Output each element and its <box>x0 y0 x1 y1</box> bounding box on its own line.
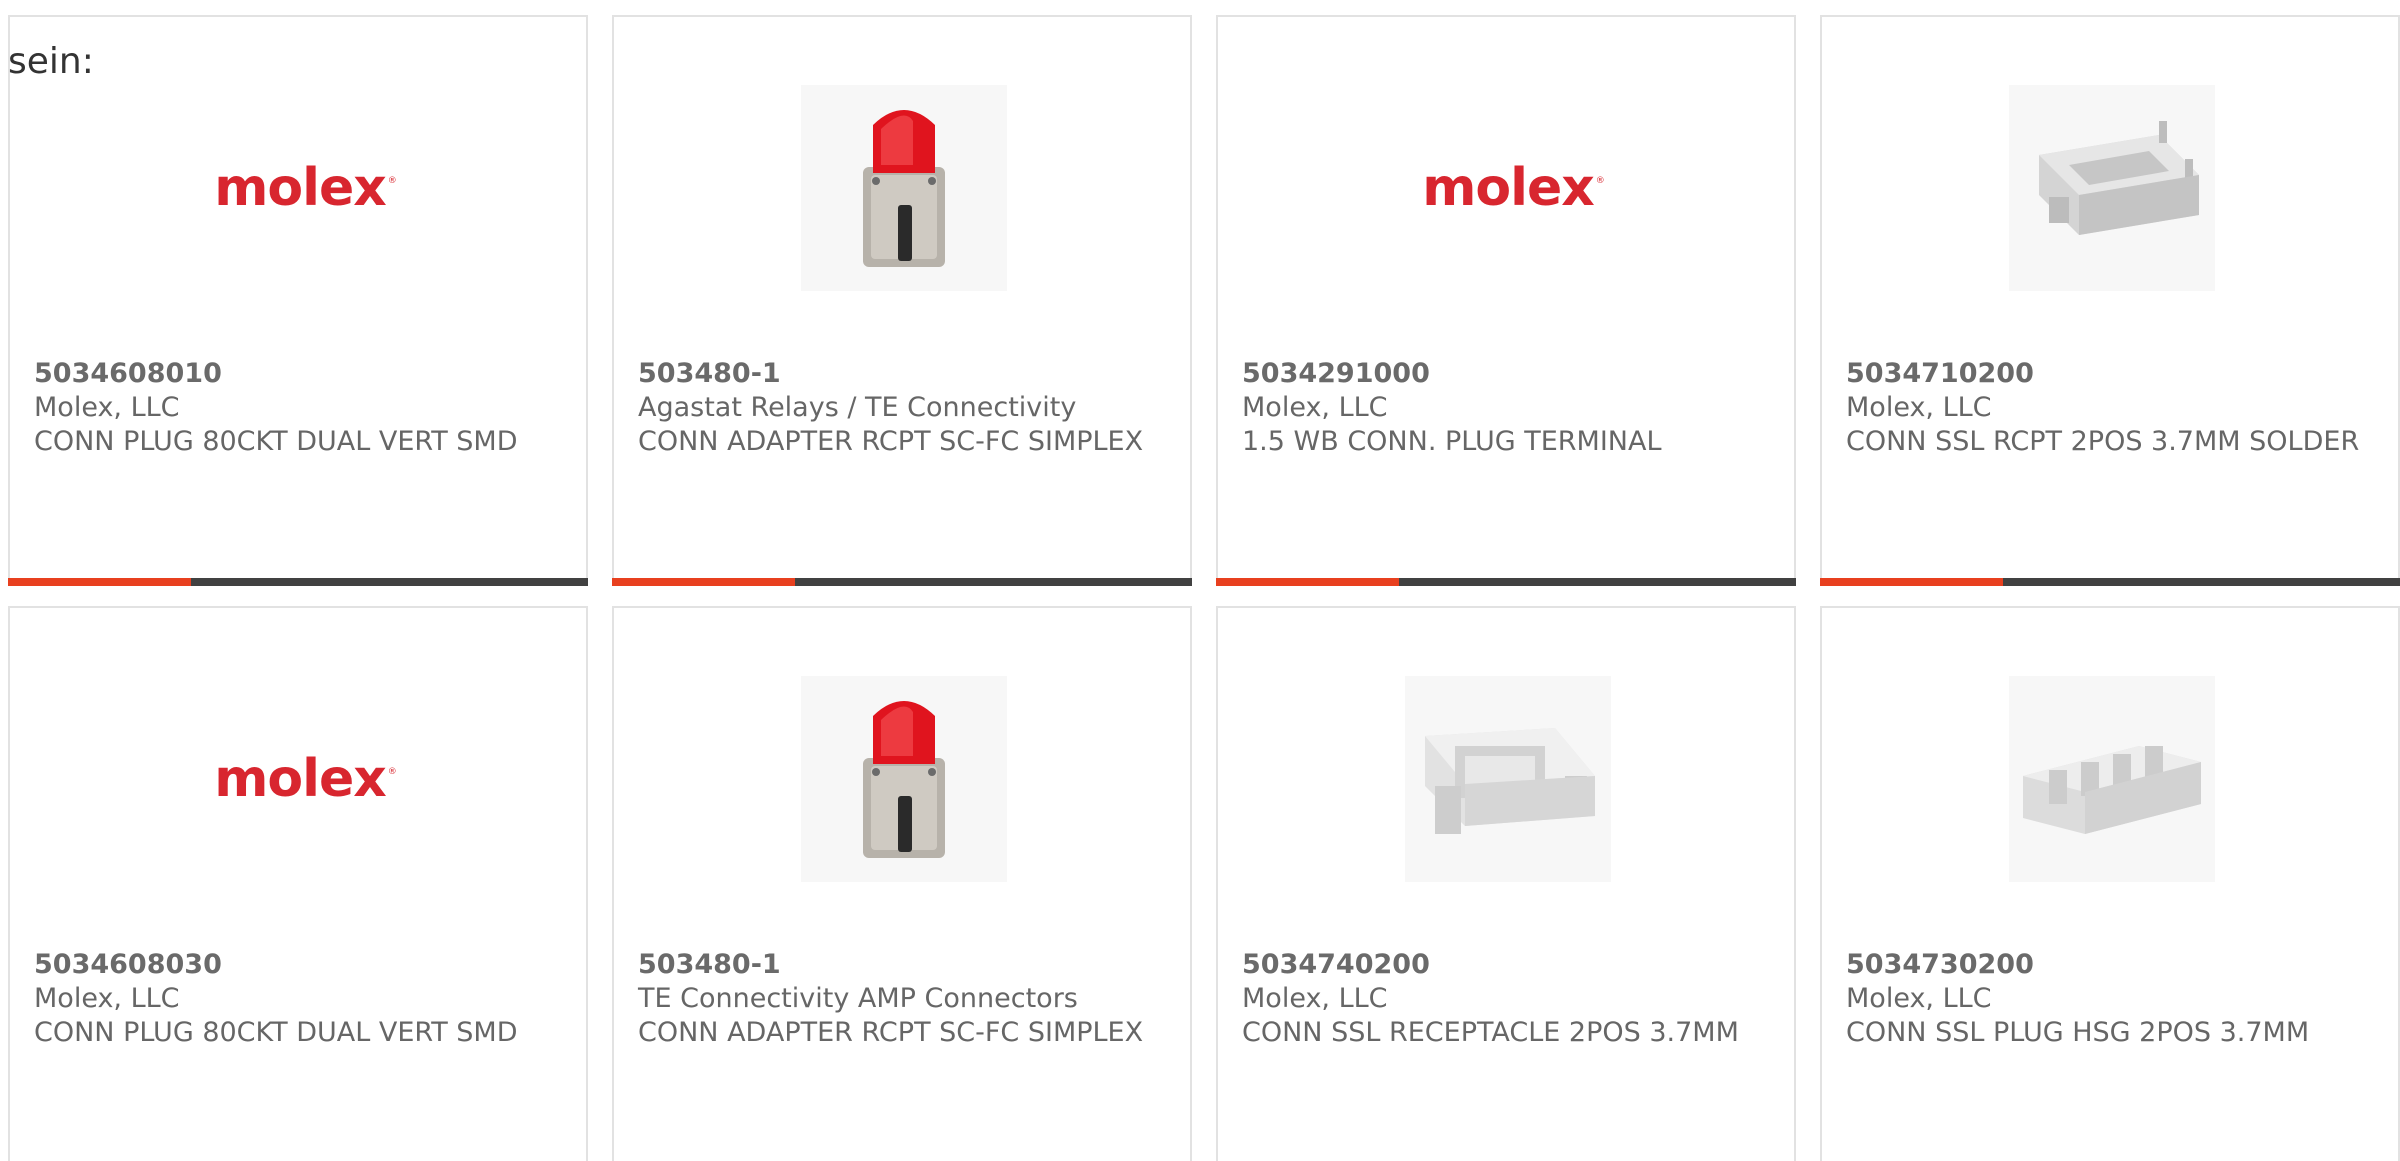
card-accent-bar <box>612 578 795 586</box>
product-description: CONN PLUG 80CKT DUAL VERT SMD <box>34 426 518 457</box>
product-card[interactable]: 5034740200 Molex, LLC CONN SSL RECEPTACL… <box>1216 606 1796 1161</box>
part-number: 5034740200 <box>1242 949 1430 980</box>
product-info: 5034608010 Molex, LLC CONN PLUG 80CKT DU… <box>34 357 554 459</box>
connector-plug-housing-icon <box>2023 746 2201 834</box>
product-card[interactable]: 5034710200 Molex, LLC CONN SSL RCPT 2POS… <box>1820 15 2400 586</box>
part-number: 5034710200 <box>1846 358 2034 389</box>
card-footer-bar <box>612 578 1192 586</box>
product-card[interactable]: 503480-1 TE Connectivity AMP Connectors … <box>612 606 1192 1161</box>
product-card[interactable]: molex ® 5034608010 Molex, LLC CONN PLUG 8… <box>8 15 588 586</box>
manufacturer-logo: molex ® <box>197 676 403 882</box>
product-card[interactable]: molex ® 5034291000 Molex, LLC 1.5 WB CONN… <box>1216 15 1796 586</box>
manufacturer-name: TE Connectivity AMP Connectors <box>638 983 1078 1014</box>
product-info: 5034710200 Molex, LLC CONN SSL RCPT 2POS… <box>1846 357 2366 459</box>
product-info: 5034291000 Molex, LLC 1.5 WB CONN. PLUG … <box>1242 357 1762 459</box>
fiber-adapter-icon <box>863 701 945 858</box>
connector-receptacle-icon <box>1425 728 1595 834</box>
product-image <box>2009 676 2215 882</box>
manufacturer-logo: molex ® <box>1405 85 1611 291</box>
manufacturer-name: Molex, LLC <box>34 392 180 423</box>
product-info: 5034740200 Molex, LLC CONN SSL RECEPTACL… <box>1242 948 1762 1050</box>
part-number: 5034608010 <box>34 358 222 389</box>
part-number: 5034730200 <box>1846 949 2034 980</box>
product-info: 503480-1 TE Connectivity AMP Connectors … <box>638 948 1158 1050</box>
connector-receptacle-icon <box>2039 121 2199 235</box>
product-description: 1.5 WB CONN. PLUG TERMINAL <box>1242 426 1662 457</box>
fiber-adapter-icon <box>863 110 945 267</box>
product-image <box>1405 676 1611 882</box>
product-card[interactable]: molex ® 5034608030 Molex, LLC CONN PLUG 8… <box>8 606 588 1161</box>
part-number: 503480-1 <box>638 358 781 389</box>
card-footer-bar <box>1820 578 2400 586</box>
product-image <box>801 676 1007 882</box>
card-footer-bar <box>1216 578 1796 586</box>
product-description: CONN ADAPTER RCPT SC-FC SIMPLEX <box>638 1017 1144 1048</box>
product-image <box>801 85 1007 291</box>
manufacturer-name: Molex, LLC <box>34 983 180 1014</box>
molex-logo: molex ® <box>1422 158 1605 218</box>
manufacturer-name: Molex, LLC <box>1846 983 1992 1014</box>
part-number: 5034608030 <box>34 949 222 980</box>
product-image <box>2009 85 2215 291</box>
part-number: 5034291000 <box>1242 358 1430 389</box>
card-accent-bar <box>1820 578 2003 586</box>
product-description: CONN PLUG 80CKT DUAL VERT SMD <box>34 1017 518 1048</box>
product-card[interactable]: 5034730200 Molex, LLC CONN SSL PLUG HSG … <box>1820 606 2400 1161</box>
product-description: CONN SSL RCPT 2POS 3.7MM SOLDER <box>1846 426 2360 457</box>
product-description: CONN ADAPTER RCPT SC-FC SIMPLEX <box>638 426 1144 457</box>
manufacturer-name: Molex, LLC <box>1846 392 1992 423</box>
intro-text: sein: <box>8 41 94 82</box>
product-grid: molex ® 5034608010 Molex, LLC CONN PLUG 8… <box>8 15 2400 1161</box>
molex-logo: molex ® <box>214 749 397 809</box>
card-accent-bar <box>1216 578 1399 586</box>
product-description: CONN SSL RECEPTACLE 2POS 3.7MM <box>1242 1017 1739 1048</box>
product-info: 5034608030 Molex, LLC CONN PLUG 80CKT DU… <box>34 948 554 1050</box>
part-number: 503480-1 <box>638 949 781 980</box>
product-description: CONN SSL PLUG HSG 2POS 3.7MM <box>1846 1017 2310 1048</box>
product-info: 5034730200 Molex, LLC CONN SSL PLUG HSG … <box>1846 948 2366 1050</box>
manufacturer-logo: molex ® <box>197 85 403 291</box>
product-card[interactable]: 503480-1 Agastat Relays / TE Connectivit… <box>612 15 1192 586</box>
molex-logo: molex ® <box>214 158 397 218</box>
card-footer-bar <box>8 578 588 586</box>
card-accent-bar <box>8 578 191 586</box>
manufacturer-name: Agastat Relays / TE Connectivity <box>638 392 1077 423</box>
page: sein: molex ® 5034608010 Molex, LLC CONN … <box>0 0 2400 1161</box>
manufacturer-name: Molex, LLC <box>1242 392 1388 423</box>
manufacturer-name: Molex, LLC <box>1242 983 1388 1014</box>
product-info: 503480-1 Agastat Relays / TE Connectivit… <box>638 357 1158 459</box>
